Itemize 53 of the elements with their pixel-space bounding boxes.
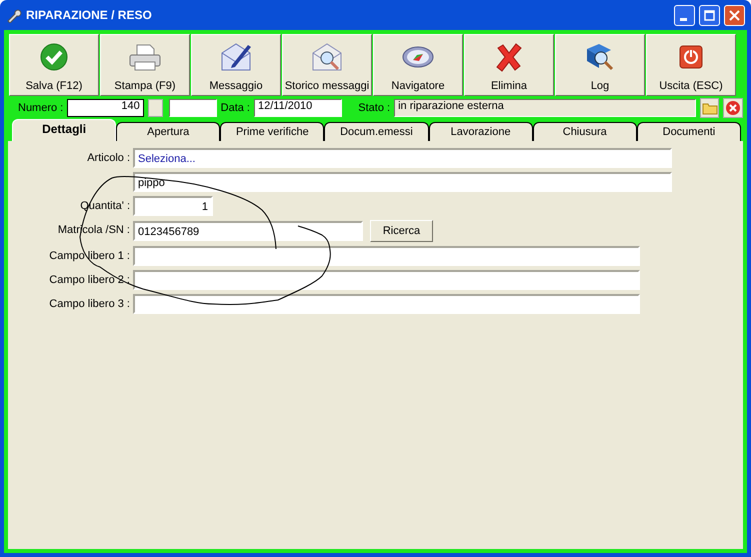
print-button[interactable]: Stampa (F9) <box>100 34 190 96</box>
close-icon <box>729 10 740 20</box>
compass-icon <box>401 44 435 70</box>
tab[interactable]: Lavorazione <box>428 122 533 141</box>
maximize-icon <box>704 10 715 20</box>
numero-field[interactable]: 140 <box>67 99 144 117</box>
field-label: Articolo : <box>86 151 130 166</box>
article-select[interactable]: Seleziona... <box>133 148 672 168</box>
data-label: Data : <box>220 102 250 114</box>
cancel-button[interactable] <box>723 98 744 118</box>
minimize-button[interactable] <box>674 4 695 26</box>
folder-icon <box>702 101 718 115</box>
checkmark-icon <box>39 42 69 72</box>
save-button[interactable]: Salva (F12) <box>9 34 99 96</box>
stato-label: Stato : <box>358 102 390 114</box>
input-field[interactable]: pippo <box>133 172 672 192</box>
tab[interactable]: Docum.emessi <box>324 122 429 141</box>
tab[interactable]: Documenti <box>636 122 741 141</box>
date-field[interactable]: 12/11/2010 <box>254 99 342 117</box>
tab[interactable]: Apertura <box>116 122 220 141</box>
input-field[interactable] <box>133 246 640 266</box>
numero-label: Numero : <box>18 102 64 114</box>
input-field[interactable] <box>133 270 640 290</box>
tab[interactable]: Dettagli <box>12 119 116 141</box>
close-button[interactable] <box>724 4 745 26</box>
tab[interactable]: Chiusura <box>532 122 637 141</box>
x-circle-icon <box>725 100 742 116</box>
exit-button[interactable]: Uscita (ESC) <box>646 34 736 96</box>
field-label: Campo libero 3 : <box>48 297 130 312</box>
window-title: RIPARAZIONE / RESO <box>26 8 153 22</box>
printer-icon <box>128 42 162 72</box>
folder-button[interactable] <box>700 98 720 118</box>
tab[interactable]: Prime verifiche <box>220 122 324 141</box>
search-button[interactable]: Ricerca <box>370 220 433 242</box>
status-field[interactable]: in riparazione esterna <box>394 99 696 117</box>
maximize-button[interactable] <box>699 4 720 26</box>
input-field[interactable] <box>133 294 640 314</box>
quantity-field[interactable]: 1 <box>133 196 213 216</box>
navigator-button[interactable]: Navigatore <box>373 34 463 96</box>
book-magnifier-icon <box>584 41 616 73</box>
suffix-field[interactable] <box>169 99 217 117</box>
field-label: Campo libero 1 : <box>48 249 130 264</box>
history-button[interactable]: Storico messaggi <box>282 34 372 96</box>
envelope-pen-icon <box>219 41 253 73</box>
power-icon <box>678 44 704 70</box>
message-button[interactable]: Messaggio <box>191 34 281 96</box>
x-icon <box>494 42 524 72</box>
wrench-icon <box>6 7 22 23</box>
serial-field[interactable]: 0123456789 <box>133 221 363 241</box>
envelope-magnifier-icon <box>310 41 344 73</box>
log-button[interactable]: Log <box>555 34 645 96</box>
delete-button[interactable]: Elimina <box>464 34 554 96</box>
minimize-icon <box>680 18 686 20</box>
